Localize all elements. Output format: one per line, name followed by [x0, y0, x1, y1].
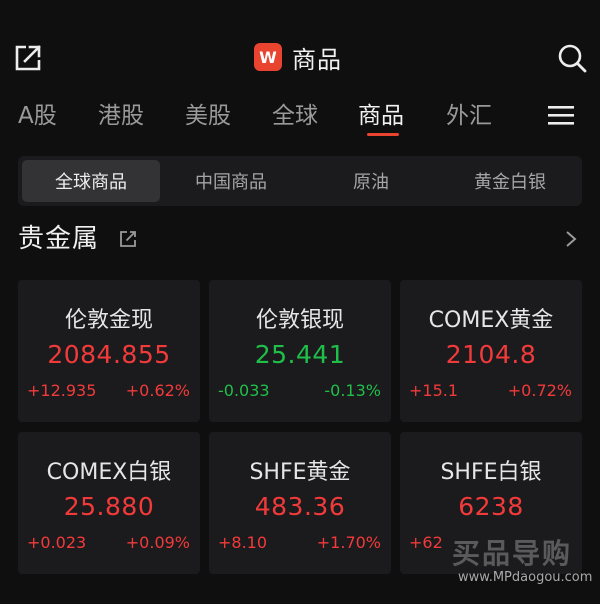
section-title: 贵金属 [18, 224, 100, 254]
tab-a-shares[interactable]: A股 [18, 96, 57, 130]
quote-card[interactable]: 伦敦金现 2084.855 +12.935 +0.62% [18, 280, 200, 422]
quote-card[interactable]: COMEX白银 25.880 +0.023 +0.09% [18, 432, 200, 574]
commodity-segment-control: 全球商品 中国商品 原油 黄金白银 [18, 156, 582, 206]
quote-percent: -0.13% [324, 381, 381, 400]
market-tabs: A股 港股 美股 全球 商品 外汇 [0, 96, 600, 142]
search-icon[interactable] [556, 42, 588, 74]
precious-metals-header[interactable]: 贵金属 [18, 218, 582, 258]
quote-price: 25.880 [63, 492, 155, 521]
quote-name: SHFE黄金 [249, 460, 351, 485]
chevron-right-icon[interactable] [564, 229, 578, 249]
tab-hk-stocks[interactable]: 港股 [98, 96, 144, 130]
segment-gold-silver[interactable]: 黄金白银 [442, 160, 578, 202]
segment-global-commodities[interactable]: 全球商品 [22, 160, 160, 202]
quote-card[interactable]: SHFE白银 6238 +62 [400, 432, 582, 574]
tab-global[interactable]: 全球 [272, 96, 318, 130]
quote-card[interactable]: SHFE黄金 483.36 +8.10 +1.70% [209, 432, 391, 574]
top-bar: W 商品 [0, 0, 600, 100]
page-title: 商品 [292, 45, 342, 74]
external-link-icon[interactable] [118, 229, 138, 249]
quote-percent: +0.09% [125, 533, 190, 552]
quote-name: 伦敦金现 [64, 308, 153, 333]
active-tab-indicator [367, 133, 399, 136]
share-icon[interactable] [12, 42, 44, 74]
quote-price: 483.36 [254, 492, 346, 521]
quote-name: 伦敦银现 [255, 308, 344, 333]
quote-card[interactable]: COMEX黄金 2104.8 +15.1 +0.72% [400, 280, 582, 422]
segment-crude-oil[interactable]: 原油 [302, 160, 440, 202]
quote-card[interactable]: 伦敦银现 25.441 -0.033 -0.13% [209, 280, 391, 422]
menu-icon[interactable] [548, 104, 576, 126]
header-title-group: W 商品 [254, 40, 342, 74]
quote-name: COMEX黄金 [428, 308, 554, 333]
quote-change: -0.033 [218, 381, 270, 400]
segment-china-commodities[interactable]: 中国商品 [162, 160, 300, 202]
tab-us-stocks[interactable]: 美股 [185, 96, 231, 130]
quote-change: +0.023 [27, 533, 87, 552]
app-logo: W [254, 43, 282, 71]
quote-price: 2084.855 [47, 340, 171, 369]
quote-change: +62 [409, 533, 443, 552]
quote-percent: +1.70% [316, 533, 381, 552]
quote-name: SHFE白银 [440, 460, 542, 485]
tab-forex[interactable]: 外汇 [446, 96, 492, 130]
quote-percent: +0.72% [507, 381, 572, 400]
quote-change: +8.10 [218, 533, 268, 552]
quote-price: 25.441 [254, 340, 346, 369]
quote-percent: +0.62% [125, 381, 190, 400]
quote-name: COMEX白银 [46, 460, 172, 485]
quote-price: 6238 [458, 492, 524, 521]
quote-price: 2104.8 [445, 340, 537, 369]
quote-change: +15.1 [409, 381, 459, 400]
quote-change: +12.935 [27, 381, 97, 400]
tab-commodities[interactable]: 商品 [358, 96, 404, 130]
tabs-fade [520, 96, 540, 142]
